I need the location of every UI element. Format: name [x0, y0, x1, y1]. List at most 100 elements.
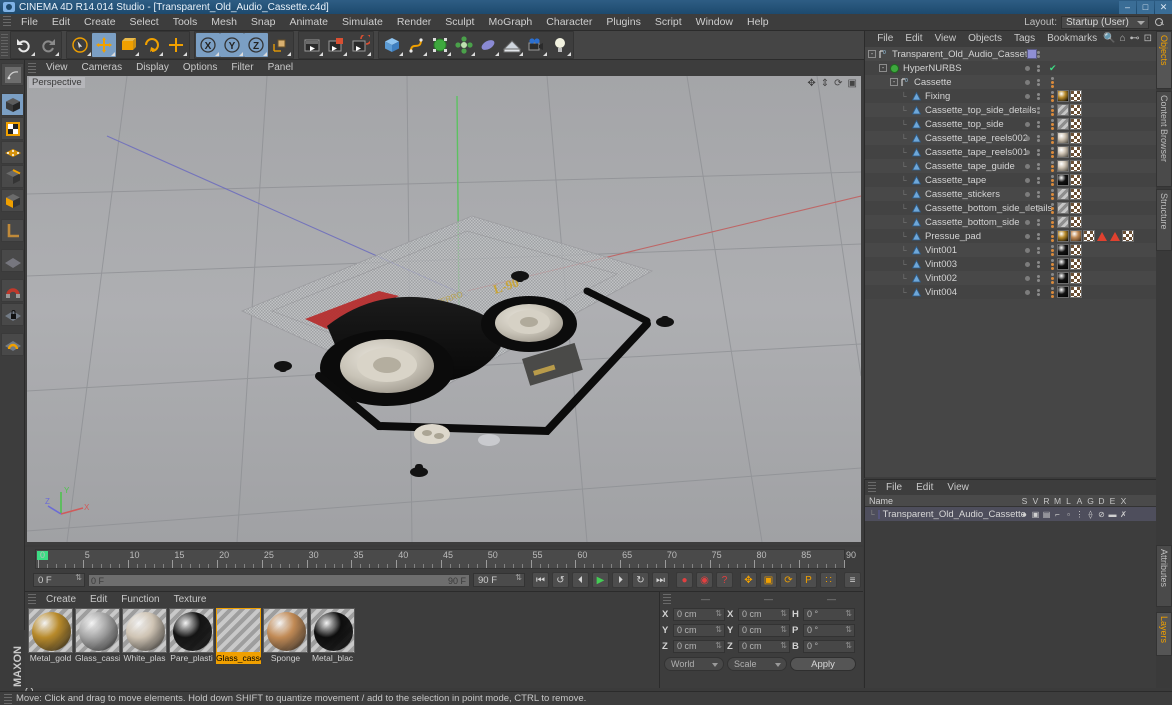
viewport-menu-view[interactable]: View [39, 60, 75, 76]
uv-tag-icon[interactable] [1083, 230, 1095, 242]
editor-visibility-dot[interactable] [1025, 289, 1030, 295]
coordinates-grip[interactable] [663, 593, 671, 604]
autokeying-button[interactable]: ◉ [696, 572, 713, 588]
stepper-icon[interactable]: ⇅ [715, 641, 722, 650]
object-tags[interactable] [1051, 160, 1082, 172]
object-tags[interactable] [1051, 272, 1082, 284]
object-visibility-dots[interactable] [1025, 246, 1040, 254]
object-row[interactable]: └ Fixing [865, 89, 1157, 103]
viewport-menu-cameras[interactable]: Cameras [75, 60, 130, 76]
stepper-icon[interactable]: ⇅ [845, 609, 852, 618]
layer-color-swatch[interactable] [877, 509, 880, 519]
material-tag-icon[interactable] [1057, 146, 1069, 158]
uv-tag-icon[interactable] [1070, 216, 1082, 228]
magnet-icon[interactable] [1, 279, 24, 302]
viewport-menu-display[interactable]: Display [129, 60, 176, 76]
maximize-view-icon[interactable]: ▣ [848, 78, 857, 89]
render-visibility-dots[interactable] [1037, 246, 1040, 254]
object-row[interactable]: └ Cassette_top_side [865, 117, 1157, 131]
menu-item-script[interactable]: Script [648, 14, 689, 31]
add-icon[interactable] [164, 33, 188, 57]
viewport-grip[interactable] [28, 62, 36, 74]
uv-tag-icon[interactable] [1070, 258, 1082, 270]
uv-tag-icon[interactable] [1070, 160, 1082, 172]
object-row[interactable]: └ Pressue_pad [865, 229, 1157, 243]
material-tag-icon[interactable] [1070, 230, 1082, 242]
material-item[interactable]: Metal_blac [310, 608, 355, 664]
object-visibility-dots[interactable] [1025, 190, 1040, 198]
material-preview[interactable] [169, 608, 214, 653]
material-preview[interactable] [310, 608, 355, 653]
object-visibility-dots[interactable] [1025, 78, 1040, 86]
coord-rot-field[interactable]: 0 ° ⇅ [803, 623, 855, 637]
editor-visibility-dot[interactable] [1025, 107, 1030, 113]
scale-key-button[interactable]: ▣ [760, 572, 777, 588]
param-key-button[interactable]: P [800, 572, 817, 588]
material-tag-icon[interactable] [1057, 188, 1069, 200]
previous-key-button[interactable]: ↺ [552, 572, 569, 588]
material-tag-icon[interactable] [1057, 244, 1069, 256]
layer-toggle[interactable]: ⋮ [1074, 510, 1085, 519]
object-row[interactable]: └ Cassette_tape_guide [865, 159, 1157, 173]
layer-menu-file[interactable]: File [879, 480, 909, 495]
object-tags[interactable] [1051, 146, 1082, 158]
menu-item-create[interactable]: Create [77, 14, 123, 31]
menu-item-character[interactable]: Character [539, 14, 599, 31]
keyframe-selection-button[interactable]: ? [716, 572, 733, 588]
material-menu-texture[interactable]: Texture [167, 592, 214, 607]
deformer-icon[interactable] [476, 33, 500, 57]
right-tab-layers[interactable]: Layers [1156, 612, 1172, 656]
editor-visibility-dot[interactable] [1025, 149, 1030, 155]
layer-toggle[interactable]: ▣ [1030, 510, 1041, 519]
material-preview[interactable] [216, 608, 261, 653]
expander-icon[interactable]: - [879, 64, 887, 72]
editor-visibility-dot[interactable] [1025, 261, 1030, 267]
editor-visibility-dot[interactable] [1025, 247, 1030, 253]
editor-visibility-dot[interactable] [1025, 79, 1030, 85]
object-tags[interactable] [1051, 230, 1134, 242]
object-row[interactable]: - 0 Transparent_Old_Audio_Cassette [865, 47, 1157, 61]
material-tag-icon[interactable] [1057, 202, 1069, 214]
coord-size-field[interactable]: 0 cm ⇅ [738, 623, 790, 637]
coord-size-field[interactable]: 0 cm ⇅ [738, 607, 790, 621]
coord-rot-field[interactable]: 0 ° ⇅ [803, 607, 855, 621]
select-live-icon[interactable] [68, 33, 92, 57]
uv-tag-icon[interactable] [1070, 90, 1082, 102]
layer-toggle[interactable]: ⊘ [1096, 510, 1107, 519]
coord-pos-field[interactable]: 0 cm ⇅ [673, 607, 725, 621]
layer-grip[interactable] [868, 482, 876, 493]
object-tags[interactable] [1051, 174, 1082, 186]
stepper-icon[interactable]: ⇅ [715, 625, 722, 634]
menu-item-mesh[interactable]: Mesh [204, 14, 244, 31]
render-visibility-dots[interactable] [1037, 288, 1040, 296]
material-preview[interactable] [28, 608, 73, 653]
zoom-icon[interactable]: ⇕ [821, 78, 829, 89]
environment-icon[interactable] [500, 33, 524, 57]
object-visibility-dots[interactable] [1025, 92, 1040, 100]
object-row[interactable]: └ Cassette_tape_reels001 [865, 145, 1157, 159]
right-tab-objects[interactable]: Objects [1156, 31, 1172, 89]
material-tag-icon[interactable] [1057, 90, 1069, 102]
material-tag-icon[interactable] [1057, 132, 1069, 144]
spline-icon[interactable] [404, 33, 428, 57]
viewport-menu-filter[interactable]: Filter [224, 60, 260, 76]
lock-workplane-icon[interactable] [1, 303, 24, 326]
editor-visibility-dot[interactable] [1025, 93, 1030, 99]
uv-tag-icon[interactable] [1122, 230, 1134, 242]
record-active-objects-button[interactable]: ● [676, 572, 693, 588]
object-manager-icons[interactable]: 🔍 ⌂ ⊷ ⊡ [1103, 33, 1156, 44]
material-tag-icon[interactable] [1057, 286, 1069, 298]
axis-y-icon[interactable]: Y [220, 33, 244, 57]
object-row[interactable]: └ Cassette_bottom_side [865, 215, 1157, 229]
object-visibility-dots[interactable]: ✔ [1025, 63, 1057, 74]
right-tab-structure[interactable]: Structure [1156, 189, 1172, 251]
menu-item-file[interactable]: File [14, 14, 45, 31]
render-visibility-dots[interactable] [1037, 78, 1040, 86]
object-visibility-dots[interactable] [1025, 148, 1040, 156]
enabled-check-icon[interactable]: ✔ [1049, 63, 1057, 74]
layout-dropdown[interactable]: Startup (User) [1061, 15, 1149, 29]
texture-mode-icon[interactable] [1, 117, 24, 140]
object-row[interactable]: └ Vint003 [865, 257, 1157, 271]
menu-item-edit[interactable]: Edit [45, 14, 77, 31]
coordinate-space-dropdown[interactable]: World [664, 657, 724, 671]
